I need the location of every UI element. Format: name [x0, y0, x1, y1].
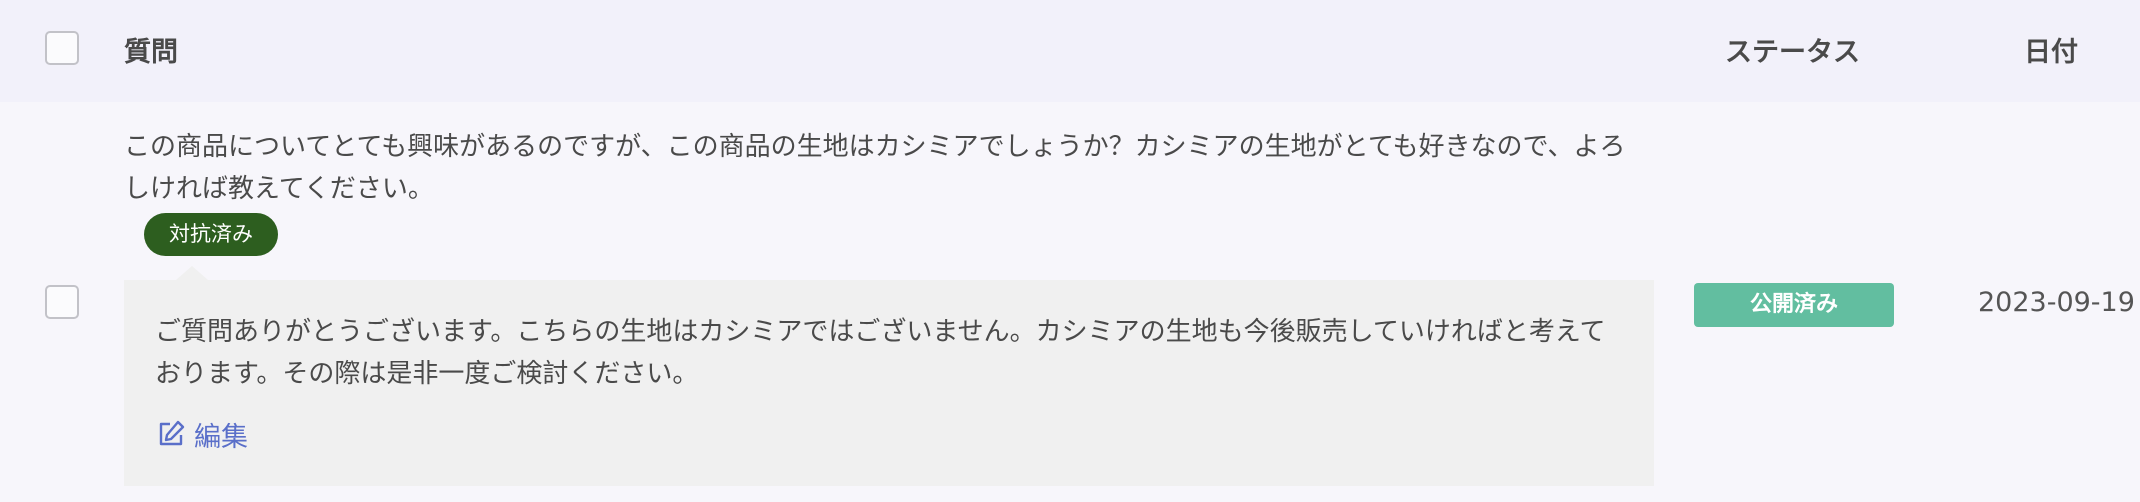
row-checkbox[interactable] [45, 285, 79, 319]
edit-link[interactable]: 編集 [156, 416, 248, 453]
table-header: 質問 ステータス 日付 [0, 0, 2140, 102]
column-header-question: 質問 [124, 37, 178, 68]
edit-label: 編集 [194, 421, 248, 453]
status-badge: 公開済み [1694, 283, 1894, 327]
question-text: この商品についてとても興味があるのですが、この商品の生地はカシミアでしょうか？カ… [124, 132, 1626, 204]
answer-text: ご質問ありがとうございます。こちらの生地はカシミアではございません。カシミアの生… [155, 317, 1606, 389]
date-text: 2023-09-19 [1978, 287, 2135, 318]
edit-icon [156, 419, 186, 449]
select-all-checkbox[interactable] [45, 31, 79, 65]
question-list: 質問 ステータス 日付 この商品についてとても興味があるのですが、この商品の生地… [0, 0, 2140, 502]
answered-badge: 対抗済み [144, 213, 278, 256]
column-header-status: ステータス [1725, 37, 1860, 68]
answer-pointer [176, 266, 208, 280]
column-header-date: 日付 [2024, 37, 2078, 68]
